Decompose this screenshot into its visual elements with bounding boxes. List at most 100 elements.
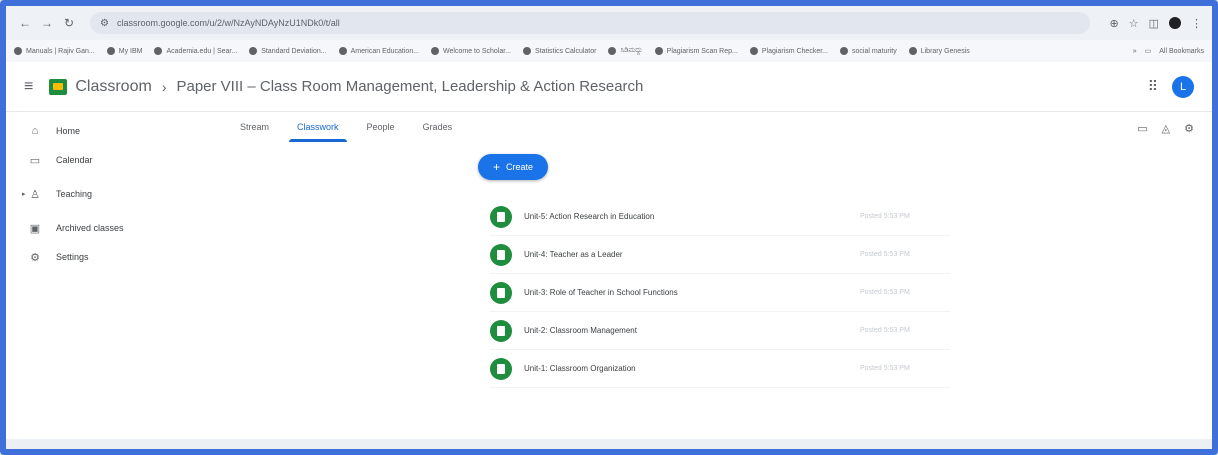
- globe-icon: [523, 47, 532, 55]
- site-info-icon[interactable]: ⚙: [100, 18, 109, 29]
- bookmark[interactable]: Standard Deviation...: [249, 47, 327, 55]
- bookmark[interactable]: Library Genesis: [908, 47, 970, 55]
- reload-icon[interactable]: ↻: [60, 14, 78, 32]
- url-text: classroom.google.com/u/2/w/NzAyNDAyNzU1N…: [116, 18, 340, 28]
- hamburger-menu-icon[interactable]: ≡: [24, 78, 33, 96]
- sidebar-item-teaching[interactable]: ▸ ♙ Teaching: [6, 181, 206, 207]
- extensions-icon[interactable]: ◫: [1149, 17, 1159, 30]
- globe-icon: [654, 47, 663, 55]
- archive-icon: ▣: [29, 222, 41, 235]
- google-apps-icon[interactable]: ⠿: [1148, 78, 1158, 95]
- calendar-icon: ▭: [29, 154, 41, 167]
- more-bookmarks-button[interactable]: »: [1133, 48, 1137, 55]
- bookmarks-bar: Manuals | Rajiv Gan... My IBM Academia.e…: [6, 40, 1212, 62]
- topic-time: Posted 5:53 PM: [860, 327, 910, 334]
- course-title[interactable]: Paper VIII – Class Room Management, Lead…: [176, 78, 643, 95]
- sidebar-item-label: Teaching: [56, 189, 93, 199]
- create-button[interactable]: + Create: [478, 154, 548, 180]
- address-bar: ← → ↻ ⚙ classroom.google.com/u/2/w/NzAyN…: [6, 6, 1212, 40]
- bookmark[interactable]: social maturity: [840, 47, 897, 55]
- globe-icon: [338, 47, 347, 55]
- calendar-icon[interactable]: ▭: [1137, 122, 1147, 135]
- topic-time: Posted 5:53 PM: [860, 251, 910, 258]
- globe-icon: [106, 47, 115, 55]
- people-icon: ♙: [30, 188, 40, 201]
- sidebar-item-label: Calendar: [56, 155, 93, 165]
- tab-grades[interactable]: Grades: [409, 116, 467, 142]
- bookmark[interactable]: ಸಿಡಿಮದ್ದು: [608, 47, 643, 55]
- sidebar-item-archived[interactable]: ▣ Archived classes: [6, 215, 206, 241]
- assignment-icon: [490, 205, 512, 228]
- topic-title: Unit-3: Role of Teacher in School Functi…: [524, 288, 678, 297]
- avatar[interactable]: L: [1172, 75, 1194, 98]
- classroom-logo-icon[interactable]: [49, 78, 68, 95]
- star-icon[interactable]: ☆: [1129, 17, 1139, 30]
- list-item[interactable]: Unit-1: Classroom Organization Posted 5:…: [490, 350, 950, 388]
- bookmark[interactable]: Plagiarism Checker...: [749, 47, 828, 55]
- classroom-header: ≡ Classroom › Paper VIII – Class Room Ma…: [6, 62, 1212, 112]
- bookmark[interactable]: Plagiarism Scan Rep...: [654, 47, 738, 55]
- globe-icon: [840, 47, 848, 55]
- assignment-icon: [490, 281, 512, 304]
- list-item[interactable]: Unit-4: Teacher as a Leader Posted 5:53 …: [490, 236, 950, 274]
- bookmark[interactable]: Manuals | Rajiv Gan...: [14, 47, 95, 55]
- topic-time: Posted 5:53 PM: [860, 213, 910, 220]
- list-item[interactable]: Unit-5: Action Research in Education Pos…: [490, 198, 950, 236]
- globe-icon: [249, 47, 258, 55]
- topic-list: Unit-5: Action Research in Education Pos…: [490, 198, 950, 388]
- breadcrumb-separator: ›: [161, 78, 167, 95]
- bookmark[interactable]: Statistics Calculator: [523, 47, 596, 55]
- all-bookmarks-link[interactable]: All Bookmarks: [1159, 48, 1204, 55]
- tab-people[interactable]: People: [353, 116, 409, 142]
- settings-icon[interactable]: ⚙: [1184, 122, 1194, 135]
- folder-icon: ▭: [1144, 48, 1152, 55]
- home-icon: ⌂: [31, 125, 39, 137]
- sidebar: ⌂ Home ▭ Calendar ▸ ♙ Teaching ▣ Archive…: [6, 112, 206, 412]
- translate-icon[interactable]: ⊕: [1110, 17, 1119, 30]
- topic-time: Posted 5:53 PM: [860, 365, 910, 372]
- bookmark[interactable]: American Education...: [338, 47, 419, 55]
- list-item[interactable]: Unit-3: Role of Teacher in School Functi…: [490, 274, 950, 312]
- globe-icon: [14, 47, 22, 55]
- gear-icon: ⚙: [30, 251, 40, 264]
- assignment-icon: [490, 319, 512, 342]
- topic-title: Unit-4: Teacher as a Leader: [524, 250, 623, 259]
- sidebar-item-calendar[interactable]: ▭ Calendar: [6, 147, 206, 173]
- course-tabs: Stream Classwork People Grades: [226, 116, 466, 142]
- back-icon[interactable]: ←: [16, 14, 34, 32]
- bottom-strip: [6, 439, 1212, 449]
- bookmark[interactable]: My IBM: [106, 47, 142, 55]
- forward-icon[interactable]: →: [38, 14, 56, 32]
- create-label: Create: [506, 162, 534, 172]
- assignment-icon: [490, 357, 512, 380]
- globe-icon: [749, 47, 758, 55]
- classwork-actions: ▭ ◬ ⚙: [1137, 122, 1194, 135]
- profile-icon[interactable]: [1169, 17, 1181, 29]
- sidebar-item-label: Archived classes: [56, 223, 124, 233]
- sidebar-item-home[interactable]: ⌂ Home: [6, 118, 206, 144]
- list-item[interactable]: Unit-2: Classroom Management Posted 5:53…: [490, 312, 950, 350]
- sidebar-item-label: Settings: [56, 252, 89, 262]
- tab-classwork[interactable]: Classwork: [283, 116, 353, 142]
- topic-title: Unit-2: Classroom Management: [524, 326, 637, 335]
- drop-icon: [908, 47, 917, 55]
- topic-time: Posted 5:53 PM: [860, 289, 910, 296]
- plus-icon: +: [492, 160, 500, 174]
- globe-icon: [608, 47, 617, 55]
- tab-stream[interactable]: Stream: [226, 116, 283, 142]
- drive-icon[interactable]: ◬: [1162, 122, 1170, 135]
- bookmark[interactable]: Academia.edu | Sear...: [154, 47, 237, 55]
- expand-caret-icon[interactable]: ▸: [22, 190, 26, 198]
- url-field[interactable]: ⚙ classroom.google.com/u/2/w/NzAyNDAyNzU…: [90, 12, 1090, 34]
- globe-icon: [154, 47, 163, 55]
- browser-window: ← → ↻ ⚙ classroom.google.com/u/2/w/NzAyN…: [0, 0, 1218, 455]
- brand-name[interactable]: Classroom: [75, 78, 151, 96]
- globe-icon: [431, 47, 440, 55]
- sidebar-item-label: Home: [56, 126, 81, 136]
- bookmark[interactable]: Welcome to Scholar...: [431, 47, 511, 55]
- assignment-icon: [490, 243, 512, 266]
- topic-title: Unit-5: Action Research in Education: [524, 212, 655, 221]
- topic-title: Unit-1: Classroom Organization: [524, 364, 636, 373]
- menu-icon[interactable]: ⋮: [1191, 17, 1202, 30]
- sidebar-item-settings[interactable]: ⚙ Settings: [6, 244, 206, 270]
